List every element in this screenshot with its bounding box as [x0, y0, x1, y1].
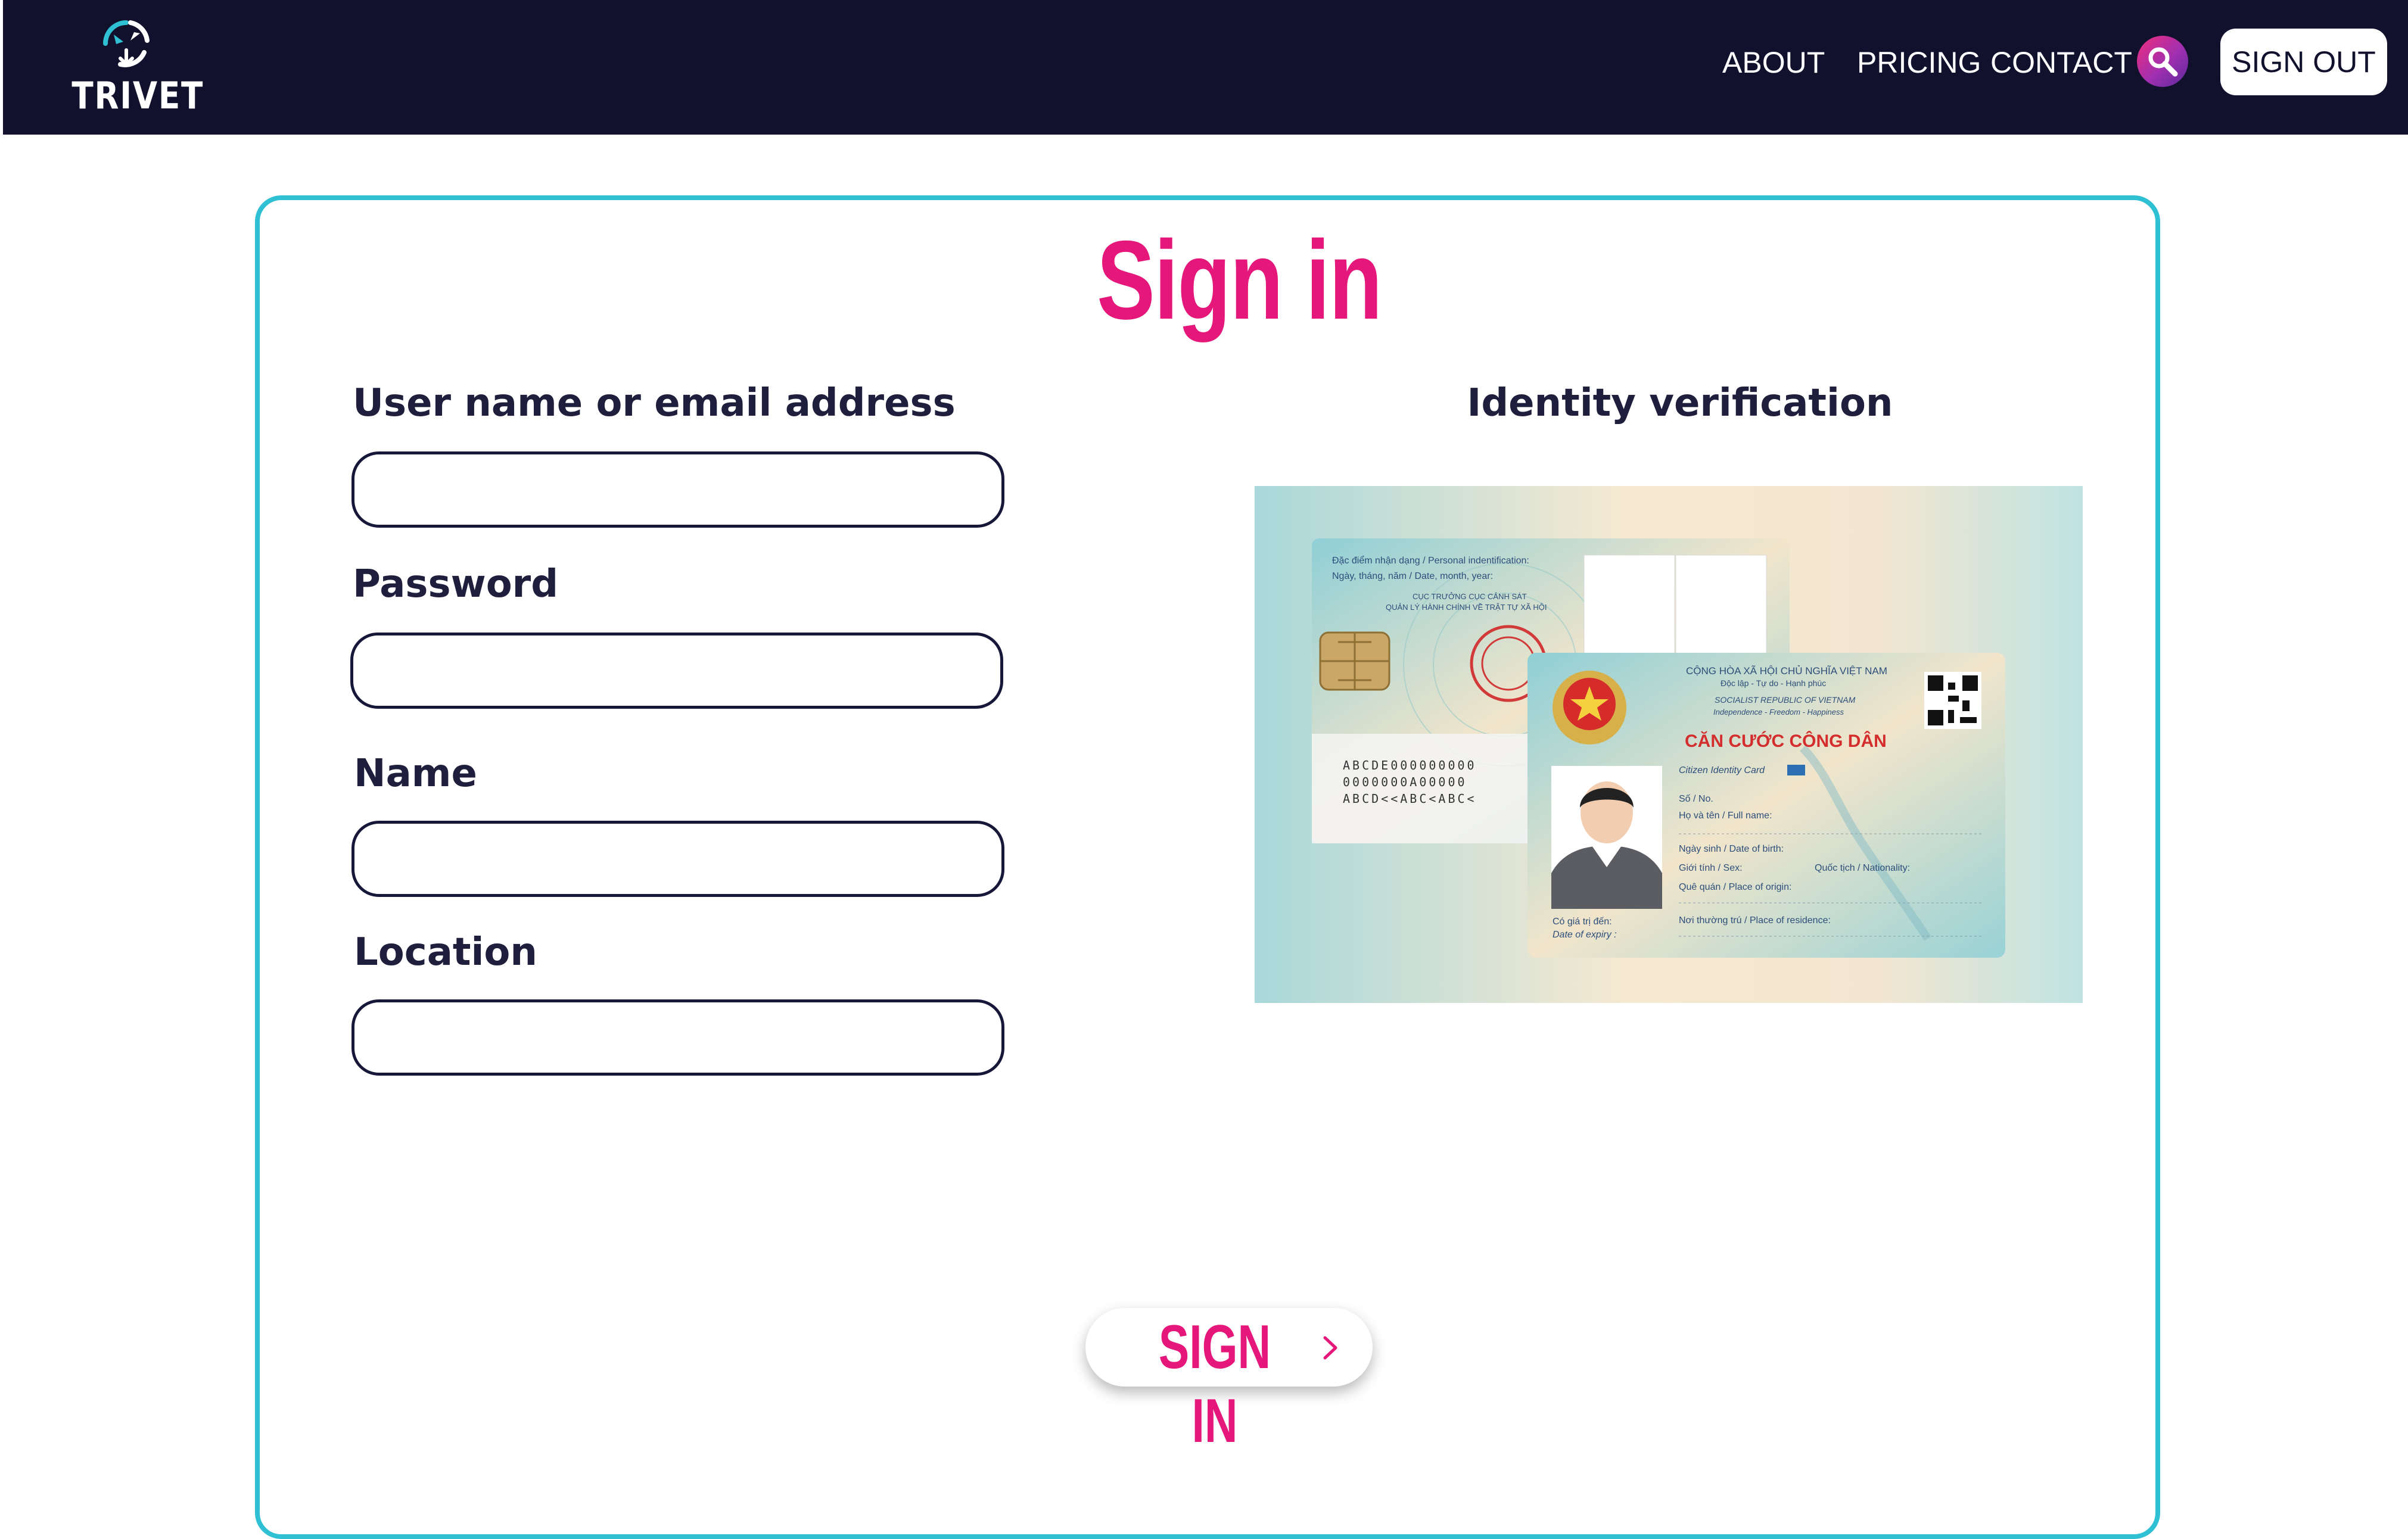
nav-pricing-link[interactable]: PRICING [1857, 45, 1981, 80]
field-expiry: Có giá trị đến: [1553, 917, 1612, 927]
field-dob: Ngày sinh / Date of birth: [1679, 844, 1784, 854]
location-label: Location [354, 930, 537, 974]
field-no: Số / No. [1679, 794, 1713, 804]
top-navbar: TRIVET ABOUT PRICING CONTACT SIGN OUT [3, 0, 2408, 135]
card-subtitle-text: Citizen Identity Card [1679, 765, 1765, 775]
portrait-photo [1551, 766, 1662, 909]
nav-about-link[interactable]: ABOUT [1722, 45, 1825, 80]
field-expiry-en: Date of expiry : [1553, 930, 1617, 940]
brand-name: TRIVET [71, 74, 204, 117]
search-icon [2148, 47, 2178, 77]
username-label: User name or email address [353, 381, 956, 425]
id-card-front: CỘNG HÒA XÃ HỘI CHỦ NGHĨA VIỆT NAM Độc l… [1527, 653, 2005, 958]
mrz-line-3: ABCD<<ABC<ABC< [1343, 792, 1477, 806]
field-sex: Giới tính / Sex: [1679, 863, 1743, 873]
back-line-1: Đặc điểm nhận dạng / Personal indentific… [1332, 555, 1529, 566]
username-input[interactable] [351, 451, 1004, 528]
mrz-line-2: 0000000A00000 [1343, 775, 1467, 789]
chevron-right-icon [1323, 1336, 1337, 1360]
field-origin: Quê quán / Place of origin: [1679, 882, 1791, 892]
back-line-2: Ngày, tháng, năm / Date, month, year: [1332, 571, 1493, 581]
password-input[interactable] [350, 633, 1003, 709]
sign-out-button[interactable]: SIGN OUT [2220, 29, 2387, 95]
name-input[interactable] [351, 821, 1004, 897]
motto-text: Độc lập - Tự do - Hạnh phúc [1721, 678, 1826, 688]
mrz-line-1: ABCDE000000000 [1343, 758, 1477, 772]
field-residence: Nơi thường trú / Place of residence: [1679, 915, 1831, 926]
sign-in-button[interactable]: SIGN IN [1085, 1308, 1373, 1456]
location-input[interactable] [351, 999, 1004, 1076]
qr-code-icon [1924, 672, 1981, 729]
password-label: Password [353, 562, 559, 606]
brand-logo[interactable]: TRIVET [63, 11, 204, 118]
id-card-image[interactable]: Đặc điểm nhận dạng / Personal indentific… [1255, 486, 2083, 1003]
motto-en-text: Independence - Freedom - Happiness [1713, 708, 1844, 716]
country-en-text: SOCIALIST REPUBLIC OF VIETNAM [1715, 695, 1856, 705]
sign-in-button-label: SIGN IN [1158, 1313, 1271, 1456]
card-title-text: CĂN CƯỚC CÔNG DÂN [1685, 731, 1887, 751]
field-name: Họ và tên / Full name: [1679, 811, 1772, 821]
country-text: CỘNG HÒA XÃ HỘI CHỦ NGHĨA VIỆT NAM [1686, 665, 1887, 677]
nav-contact-link[interactable]: CONTACT [1990, 45, 2132, 80]
search-button[interactable] [2137, 36, 2188, 87]
back-line-4: QUẢN LÝ HÀNH CHÍNH VỀ TRẬT TỰ XÃ HỘI [1386, 603, 1547, 612]
name-label: Name [354, 752, 477, 796]
identity-verification-label: Identity verification [1467, 381, 1893, 425]
field-nationality: Quốc tịch / Nationality: [1815, 863, 1910, 873]
back-line-3: CỤC TRƯỞNG CỤC CẢNH SÁT [1413, 592, 1527, 601]
logo-compass-icon [103, 20, 150, 67]
page-title: Sign in [1097, 217, 1382, 342]
